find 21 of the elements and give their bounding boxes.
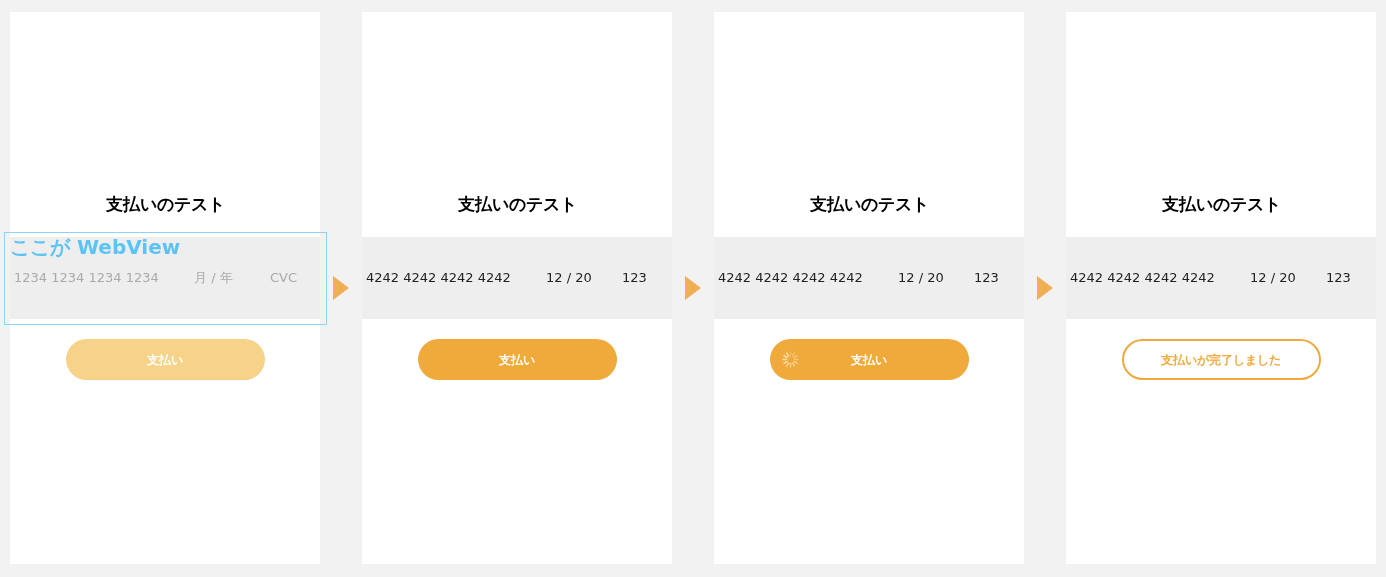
arrow-icon — [685, 276, 701, 300]
screen-title: 支払いのテスト — [1161, 193, 1281, 216]
expiry-field[interactable]: 月 / 年 — [194, 268, 270, 288]
card-number-field[interactable]: 4242 4242 4242 4242 — [366, 268, 546, 288]
annotation-label: ここが WebView — [10, 234, 181, 260]
arrow-icon — [1037, 276, 1053, 300]
expiry-field[interactable]: 12 / 20 — [898, 268, 974, 288]
screen-title: 支払いのテスト — [457, 193, 577, 216]
card-number-field[interactable]: 4242 4242 4242 4242 — [718, 268, 898, 288]
screen-title: 支払いのテスト — [105, 193, 225, 216]
cvc-field[interactable]: CVC — [270, 268, 316, 288]
cvc-field[interactable]: 123 — [974, 268, 1020, 288]
screen-title: 支払いのテスト — [809, 193, 929, 216]
cvc-field[interactable]: 123 — [1326, 268, 1372, 288]
card-number-field[interactable]: 1234 1234 1234 1234 — [14, 268, 194, 288]
card-number-field[interactable]: 4242 4242 4242 4242 — [1070, 268, 1250, 288]
arrow-icon — [333, 276, 349, 300]
cvc-field[interactable]: 123 — [622, 268, 668, 288]
spinner-icon — [781, 351, 799, 368]
expiry-field[interactable]: 12 / 20 — [1250, 268, 1326, 288]
expiry-field[interactable]: 12 / 20 — [546, 268, 622, 288]
